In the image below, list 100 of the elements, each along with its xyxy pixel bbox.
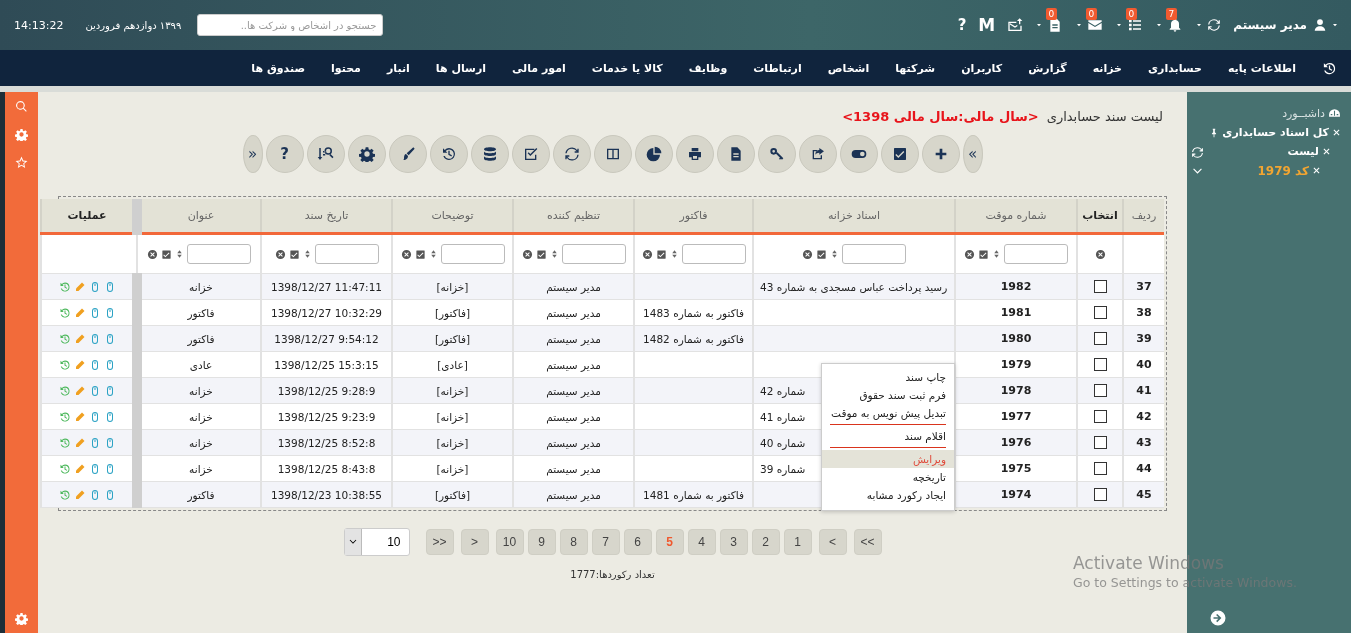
document-button[interactable]: [716, 135, 755, 173]
menu-item[interactable]: وظایف: [688, 61, 728, 75]
filter-field[interactable]: [314, 244, 379, 264]
page-button[interactable]: 10: [495, 529, 524, 555]
clear-icon[interactable]: [521, 248, 533, 260]
caret-icon[interactable]: [1035, 21, 1044, 29]
star-icon[interactable]: [15, 156, 28, 169]
refresh-icon[interactable]: [1207, 18, 1222, 32]
tree-item[interactable]: کل اسناد حسابداری: [1222, 126, 1329, 139]
caret-icon[interactable]: [1075, 21, 1084, 29]
menu-item[interactable]: تبدیل پیش نویس به موقت: [822, 404, 954, 422]
filter-field[interactable]: [561, 244, 626, 264]
collapse-button[interactable]: «: [242, 135, 263, 173]
menu-item[interactable]: صندوق ها: [251, 61, 306, 75]
settings-icon[interactable]: [15, 612, 28, 625]
row-checkbox[interactable]: [1093, 332, 1107, 346]
menu-item[interactable]: کاربران: [961, 61, 1003, 75]
help-button[interactable]: ?: [265, 135, 304, 173]
user-icon[interactable]: [1313, 18, 1327, 32]
page-button[interactable]: 7: [591, 529, 620, 555]
column-header[interactable]: انتخاب: [1077, 199, 1123, 234]
menu-item[interactable]: محتوا: [331, 61, 361, 75]
menu-item[interactable]: ارسال ها: [435, 61, 486, 75]
clear-icon[interactable]: [964, 248, 975, 260]
brush-button[interactable]: [388, 135, 427, 173]
column-header[interactable]: توضیحات: [392, 199, 513, 234]
row-checkbox[interactable]: [1093, 488, 1107, 502]
menu-item[interactable]: اقلام سند: [822, 427, 954, 445]
help-link[interactable]: ?: [957, 16, 967, 34]
row-checkbox[interactable]: [1093, 462, 1107, 476]
tree-item[interactable]: داشبــورد: [1282, 107, 1325, 120]
close-icon[interactable]: [1332, 128, 1341, 137]
page-button[interactable]: <: [460, 529, 489, 555]
expand-button[interactable]: »: [962, 135, 983, 173]
caret-icon[interactable]: [1195, 21, 1204, 29]
caret-icon[interactable]: [1331, 21, 1339, 29]
filter-field[interactable]: [681, 244, 746, 264]
filter-field[interactable]: [1004, 244, 1068, 264]
menu-item[interactable]: خزانه: [1092, 61, 1122, 75]
close-icon[interactable]: [1312, 166, 1321, 175]
clear-icon[interactable]: [802, 248, 813, 260]
list-icon[interactable]: [1127, 17, 1144, 33]
check-square-button[interactable]: [880, 135, 919, 173]
checkbox-button[interactable]: [511, 135, 550, 173]
page-button[interactable]: 1: [783, 529, 812, 555]
row-checkbox[interactable]: [1093, 306, 1107, 320]
sort-icon[interactable]: [175, 248, 184, 260]
history-icon[interactable]: [1322, 60, 1337, 76]
menu-item[interactable]: ارتباطات: [753, 61, 802, 75]
clear-icon[interactable]: [400, 248, 412, 260]
menu-item[interactable]: گزارش: [1028, 61, 1067, 75]
share-button[interactable]: [798, 135, 837, 173]
column-header[interactable]: شماره موقت: [955, 199, 1077, 234]
settings-icon[interactable]: [15, 128, 28, 141]
search-icon[interactable]: [15, 100, 28, 113]
column-header[interactable]: تاریخ سند: [261, 199, 392, 234]
refresh-button[interactable]: [552, 135, 591, 173]
filter-field[interactable]: [440, 244, 505, 264]
column-header[interactable]: تنظیم کننده: [513, 199, 634, 234]
database-button[interactable]: [470, 135, 509, 173]
clear-icon[interactable]: [641, 248, 653, 260]
add-button[interactable]: [921, 135, 960, 173]
row-checkbox[interactable]: [1093, 410, 1107, 424]
history-button[interactable]: [429, 135, 468, 173]
row-checkbox[interactable]: [1093, 384, 1107, 398]
clear-icon[interactable]: [274, 248, 286, 260]
columns-button[interactable]: [593, 135, 632, 173]
key-button[interactable]: [757, 135, 796, 173]
caret-icon[interactable]: [1115, 21, 1124, 29]
menu-item[interactable]: تاریخچه: [822, 468, 954, 486]
menu-item[interactable]: چاپ سند: [822, 368, 954, 386]
sort-icon[interactable]: [830, 248, 839, 260]
sort-search-button[interactable]: [306, 135, 345, 173]
page-size-select[interactable]: 10: [343, 528, 410, 556]
filter-field[interactable]: [842, 244, 906, 264]
page-button[interactable]: 4: [687, 529, 716, 555]
refresh-icon[interactable]: [1190, 146, 1204, 159]
row-checkbox[interactable]: [1093, 280, 1107, 294]
row-checkbox[interactable]: [1093, 436, 1107, 450]
menu-item[interactable]: حسابداری: [1148, 61, 1202, 75]
sort-icon[interactable]: [992, 248, 1001, 260]
page-button[interactable]: 3: [719, 529, 748, 555]
toggle-button[interactable]: [839, 135, 878, 173]
menu-item[interactable]: امور مالی: [512, 61, 566, 75]
tree-item[interactable]: لیست: [1287, 145, 1319, 158]
mail-upload-icon[interactable]: [1007, 17, 1024, 33]
column-header[interactable]: اسناد خزانه: [753, 199, 955, 234]
menu-item[interactable]: کالا یا خدمات: [591, 61, 663, 75]
user-name[interactable]: مدیر سیستم: [1233, 18, 1307, 32]
close-icon[interactable]: [1322, 147, 1331, 156]
pie-chart-button[interactable]: [634, 135, 673, 173]
column-header[interactable]: فاکتور: [634, 199, 753, 234]
page-button[interactable]: 2: [751, 529, 780, 555]
print-button[interactable]: [675, 135, 714, 173]
row-checkbox[interactable]: [1093, 358, 1107, 372]
caret-icon[interactable]: [1155, 21, 1164, 29]
page-button[interactable]: 9: [527, 529, 556, 555]
page-button[interactable]: >: [818, 529, 847, 555]
filter-field[interactable]: [187, 244, 251, 264]
menu-item[interactable]: اطلاعات پایه: [1227, 61, 1296, 75]
